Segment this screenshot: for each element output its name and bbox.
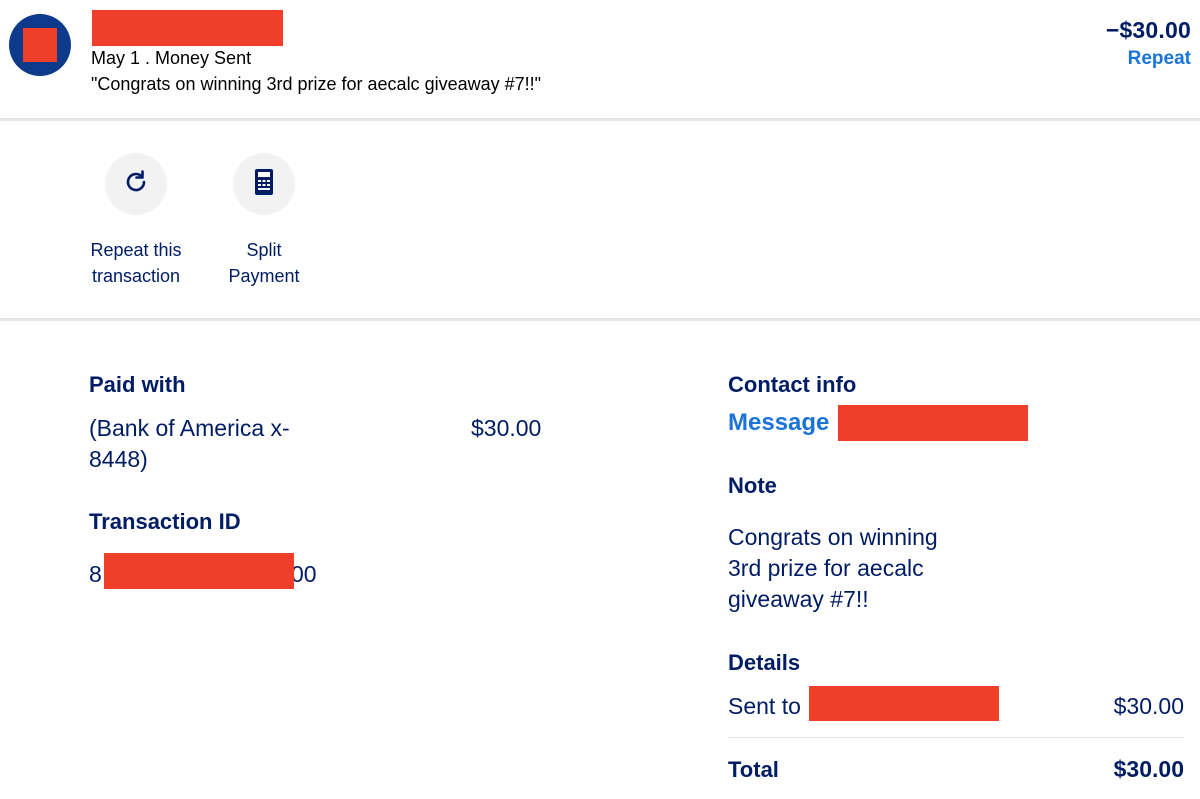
details-divider (728, 737, 1184, 738)
note-line2: 3rd prize for aecalc (728, 555, 924, 581)
sent-to-amount: $30.00 (1113, 693, 1184, 719)
repeat-label-line1: Repeat this (90, 240, 182, 260)
details-heading: Details (728, 650, 801, 675)
note-heading: Note (728, 473, 777, 498)
transaction-id-redacted (104, 553, 294, 589)
refresh-icon (122, 168, 150, 201)
payment-source-line2: 8448) (89, 446, 148, 472)
avatar-redaction (23, 28, 57, 62)
recipient-name-redacted (92, 10, 283, 46)
transaction-id-prefix: 8 (89, 561, 102, 587)
total-amount: $30.00 (1113, 756, 1184, 782)
total-label: Total (728, 757, 779, 782)
split-payment-button[interactable] (233, 153, 295, 215)
note-line1: Congrats on winning (728, 524, 938, 550)
sent-to-name-redacted (809, 686, 999, 721)
note-line3: giveaway #7!! (728, 586, 869, 612)
transaction-id-heading: Transaction ID (89, 509, 241, 534)
payment-source: (Bank of America x- 8448) (89, 413, 290, 475)
payment-source-line1: (Bank of America x- (89, 415, 290, 441)
transaction-date-type: May 1 . Money Sent (91, 48, 252, 68)
message-link[interactable]: Message (728, 409, 829, 437)
avatar (9, 14, 71, 76)
contact-name-redacted (838, 405, 1028, 441)
repeat-transaction-button[interactable] (105, 153, 167, 215)
repeat-label-line2: transaction (91, 266, 181, 286)
split-payment-action[interactable]: Split Payment (194, 153, 334, 289)
header-divider (0, 118, 1200, 121)
transaction-id-suffix: 00 (291, 561, 317, 587)
split-label-line2: Payment (228, 266, 300, 286)
paid-with-heading: Paid with (89, 372, 186, 397)
repeat-transaction-label: Repeat this transaction (66, 237, 206, 289)
calculator-icon (252, 168, 276, 201)
transaction-memo: "Congrats on winning 3rd prize for aecal… (91, 74, 542, 94)
contact-info-heading: Contact info (728, 372, 857, 397)
repeat-transaction-action[interactable]: Repeat this transaction (66, 153, 206, 289)
sent-to-label: Sent to (728, 693, 801, 719)
split-payment-label: Split Payment (194, 237, 334, 289)
actions-divider (0, 318, 1200, 321)
split-label-line1: Split (246, 240, 282, 260)
note-text: Congrats on winning 3rd prize for aecalc… (728, 522, 938, 615)
transaction-amount: −$30.00 (1105, 17, 1191, 43)
repeat-link[interactable]: Repeat (1128, 48, 1191, 70)
paid-amount: $30.00 (471, 415, 542, 441)
